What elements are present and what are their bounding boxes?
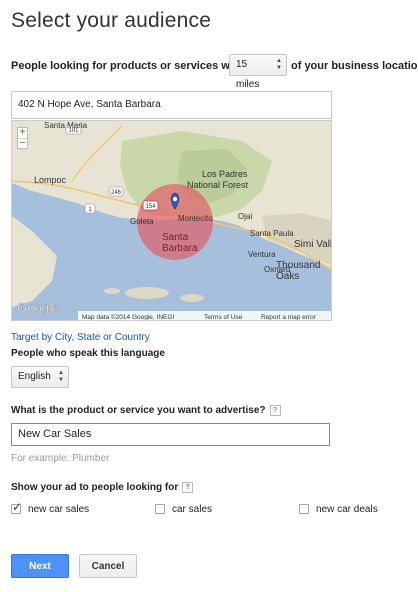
place-santa: Santa <box>162 232 189 243</box>
map[interactable]: 246 1 154 101 Santa Maria Lompoc Los Pad… <box>11 120 332 321</box>
product-label: What is the product or service you want … <box>11 405 281 416</box>
zoom-out-button[interactable]: − <box>18 139 27 149</box>
map-report-link[interactable]: Report a map error <box>261 314 317 321</box>
updown-arrows-icon: ▲ ▼ <box>276 58 282 71</box>
address-input[interactable]: 402 N Hope Ave, Santa Barbara <box>11 91 332 119</box>
checkbox-checked[interactable]: ✓ <box>11 500 22 514</box>
place-los-padres: Los Padres <box>202 169 248 179</box>
product-label-text: What is the product or service you want … <box>11 405 266 417</box>
language-label: People who speak this language <box>11 348 165 359</box>
keyword-label: car sales <box>172 503 213 515</box>
help-icon[interactable]: ? <box>269 405 281 416</box>
help-icon[interactable]: ? <box>182 482 194 493</box>
cancel-button[interactable]: Cancel <box>79 554 137 578</box>
keyword-option-2[interactable]: new car deals <box>299 503 378 515</box>
language-select[interactable]: English ▲ ▼ <box>11 366 69 388</box>
keyword-option-1[interactable]: car sales <box>155 503 212 515</box>
updown-arrows-icon: ▲ ▼ <box>58 370 64 383</box>
place-santa-paula: Santa Paula <box>250 229 294 238</box>
language-select-value: English <box>18 371 51 382</box>
next-button[interactable]: Next <box>11 554 69 578</box>
checkbox-unchecked[interactable] <box>155 504 165 514</box>
product-input[interactable]: New Car Sales <box>11 423 330 446</box>
place-lompoc: Lompoc <box>34 175 67 185</box>
radius-select-value: 15 miles <box>236 59 260 90</box>
place-ojai: Ojai <box>238 212 252 221</box>
zoom-control: + − <box>17 127 28 149</box>
target-by-city-link[interactable]: Target by City, State or Country <box>11 332 150 343</box>
keyword-label: new car deals <box>316 503 378 515</box>
checkmark-icon: ✓ <box>12 500 23 514</box>
checkbox-unchecked[interactable] <box>299 504 309 514</box>
shield-246: 246 <box>111 190 122 196</box>
shield-154: 154 <box>145 204 156 210</box>
radius-suffix-label: of your business location <box>291 60 418 72</box>
product-example-hint: For example: Plumber <box>11 453 110 464</box>
place-simi-valley: Simi Valle <box>294 239 332 250</box>
place-national-forest: National Forest <box>187 180 249 190</box>
keyword-option-0[interactable]: ✓ new car sales <box>11 500 90 515</box>
radius-select[interactable]: 15 miles ▲ ▼ <box>229 54 287 90</box>
place-montecito: Montecito <box>178 214 213 223</box>
page-title: Select your audience <box>11 9 212 32</box>
map-terms-link[interactable]: Terms of Use <box>204 314 243 321</box>
keywords-label: Show your ad to people looking for? <box>11 482 194 494</box>
map-attribution: Map data ©2014 Google, INEGI <box>82 313 174 321</box>
keywords-label-text: Show your ad to people looking for <box>11 482 179 494</box>
place-ventura: Ventura <box>248 250 276 259</box>
place-barbara: Barbara <box>162 243 198 254</box>
place-goleta: Goleta <box>130 217 154 226</box>
radius-prefix-label: People looking for products or services … <box>11 60 254 72</box>
place-santa-maria: Santa Maria <box>44 121 88 130</box>
google-logo: Google <box>17 300 59 315</box>
keyword-label: new car sales <box>28 503 90 515</box>
place-oxnard: Oxnard <box>264 265 290 274</box>
